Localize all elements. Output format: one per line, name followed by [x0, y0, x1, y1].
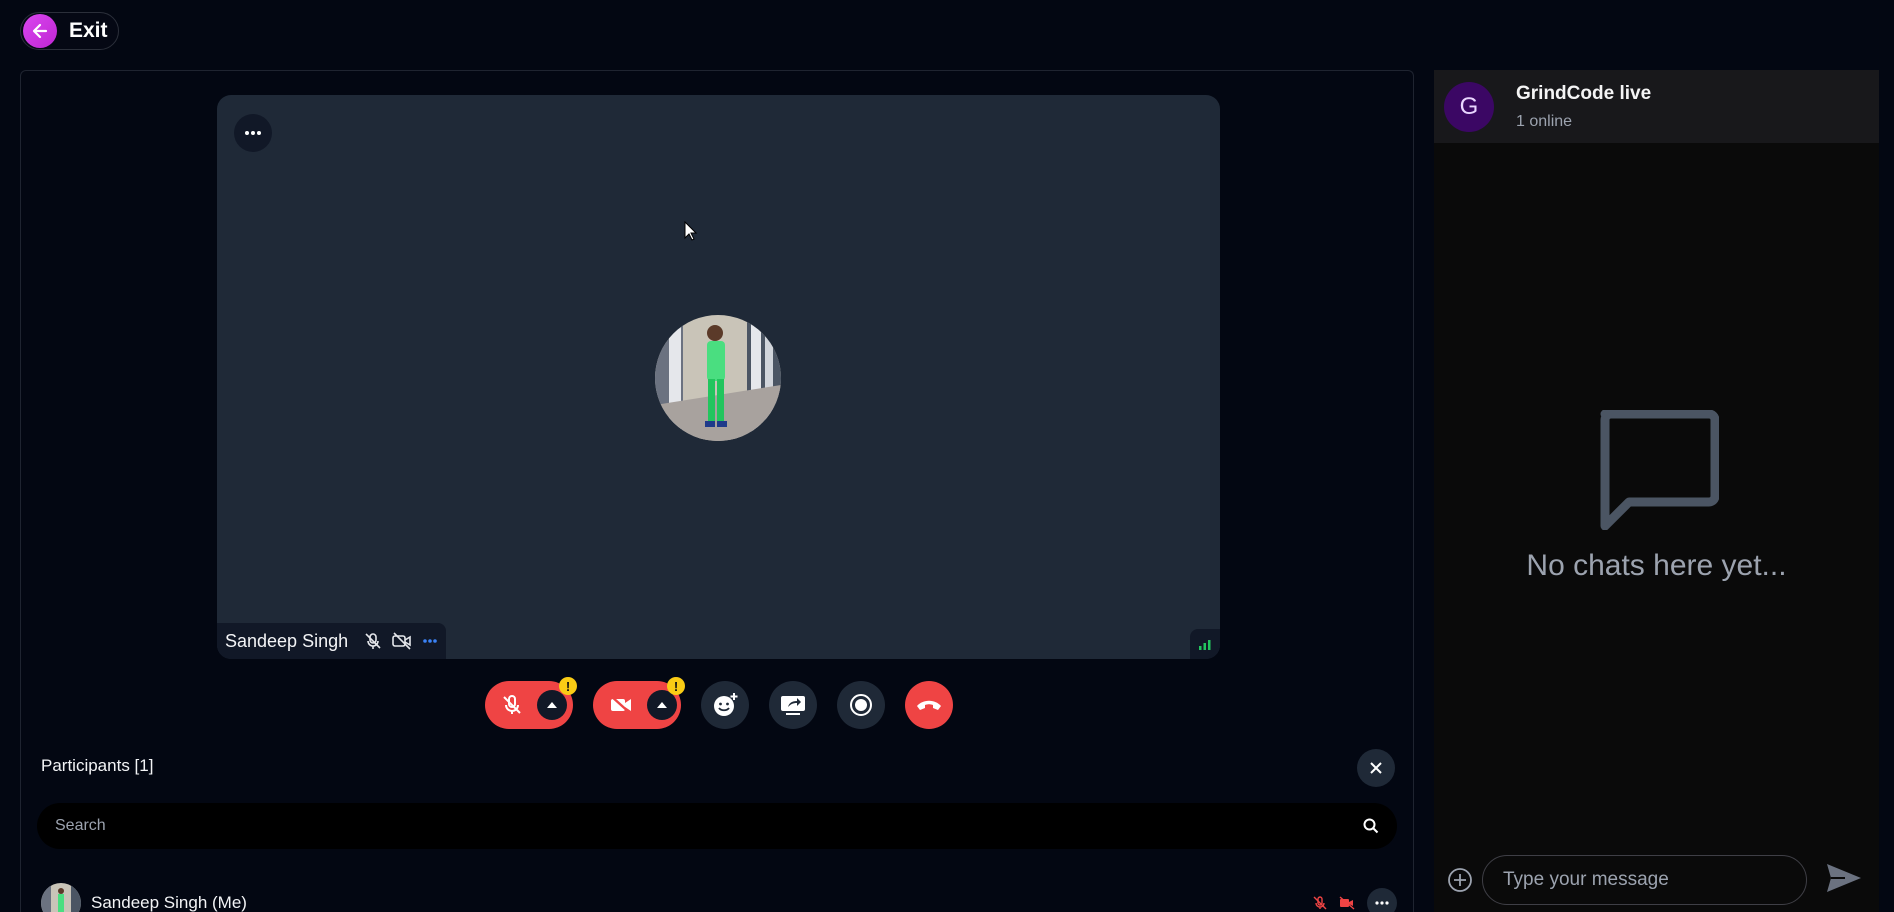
avatar — [41, 883, 81, 912]
camera-toggle-button[interactable]: ! — [593, 677, 685, 729]
more-horizontal-icon[interactable] — [422, 638, 438, 644]
chat-avatar: G — [1444, 81, 1494, 132]
chat-title: GrindCode live — [1516, 82, 1652, 104]
chat-composer — [1434, 848, 1879, 912]
close-icon — [1370, 762, 1382, 774]
plus-circle-icon — [1448, 868, 1472, 892]
search-icon[interactable] — [1363, 818, 1379, 834]
screen-share-button[interactable] — [769, 681, 817, 729]
emoji-add-icon — [714, 693, 738, 716]
tile-name-chip: Sandeep Singh — [217, 623, 447, 659]
participant-more-button[interactable] — [1367, 888, 1397, 912]
chat-panel: G GrindCode live 1 online No chats here … — [1434, 70, 1879, 912]
mic-off-icon — [365, 633, 381, 649]
phone-end-icon — [917, 700, 941, 710]
exit-label: Exit — [69, 19, 108, 42]
more-horizontal-icon — [1375, 901, 1389, 905]
video-tile: Sandeep Singh — [217, 95, 1220, 659]
participant-search — [37, 803, 1397, 849]
video-off-icon — [1339, 896, 1355, 910]
record-icon — [850, 694, 872, 716]
online-count: 1 online — [1516, 112, 1573, 130]
participant-row: Sandeep Singh (Me) — [41, 883, 1397, 912]
video-off-icon — [610, 695, 632, 715]
mic-toggle-button[interactable]: ! — [485, 677, 577, 729]
send-button[interactable] — [1825, 862, 1863, 899]
attach-button[interactable] — [1444, 864, 1476, 896]
meeting-stage: Sandeep Singh ! ! Participants [1] Searc… — [20, 70, 1414, 912]
participant-avatar — [655, 315, 781, 441]
warning-badge: ! — [559, 677, 577, 695]
more-horizontal-icon — [245, 131, 261, 135]
warning-badge: ! — [667, 677, 685, 695]
exit-button[interactable]: Exit — [20, 12, 119, 50]
tile-participant-name: Sandeep Singh — [225, 630, 349, 651]
mic-off-icon — [1313, 896, 1327, 910]
video-off-icon — [392, 632, 411, 650]
arrow-left-icon — [23, 14, 57, 48]
reactions-button[interactable] — [701, 681, 749, 729]
message-input[interactable] — [1482, 855, 1807, 905]
tile-more-button[interactable] — [234, 114, 272, 152]
chat-header: G GrindCode live 1 online — [1434, 70, 1879, 143]
caret-up-icon — [657, 702, 667, 708]
caret-up-icon — [547, 702, 557, 708]
send-icon — [1827, 863, 1861, 892]
call-controls: ! ! — [485, 677, 953, 729]
mouse-cursor-icon — [684, 220, 698, 246]
end-call-button[interactable] — [905, 681, 953, 729]
record-button[interactable] — [837, 681, 885, 729]
mic-off-icon — [503, 695, 521, 714]
screen-share-icon — [781, 696, 805, 715]
close-participants-button[interactable] — [1357, 749, 1395, 787]
search-input[interactable] — [55, 817, 1363, 835]
participant-name: Sandeep Singh (Me) — [91, 893, 247, 912]
empty-chat-text: No chats here yet... — [1526, 549, 1787, 582]
chat-bubble-icon — [1600, 409, 1719, 531]
participants-title: Participants [1] — [41, 756, 154, 775]
chat-empty-state: No chats here yet... — [1434, 409, 1879, 583]
signal-icon — [1190, 629, 1220, 659]
mic-options-button[interactable] — [537, 690, 567, 720]
